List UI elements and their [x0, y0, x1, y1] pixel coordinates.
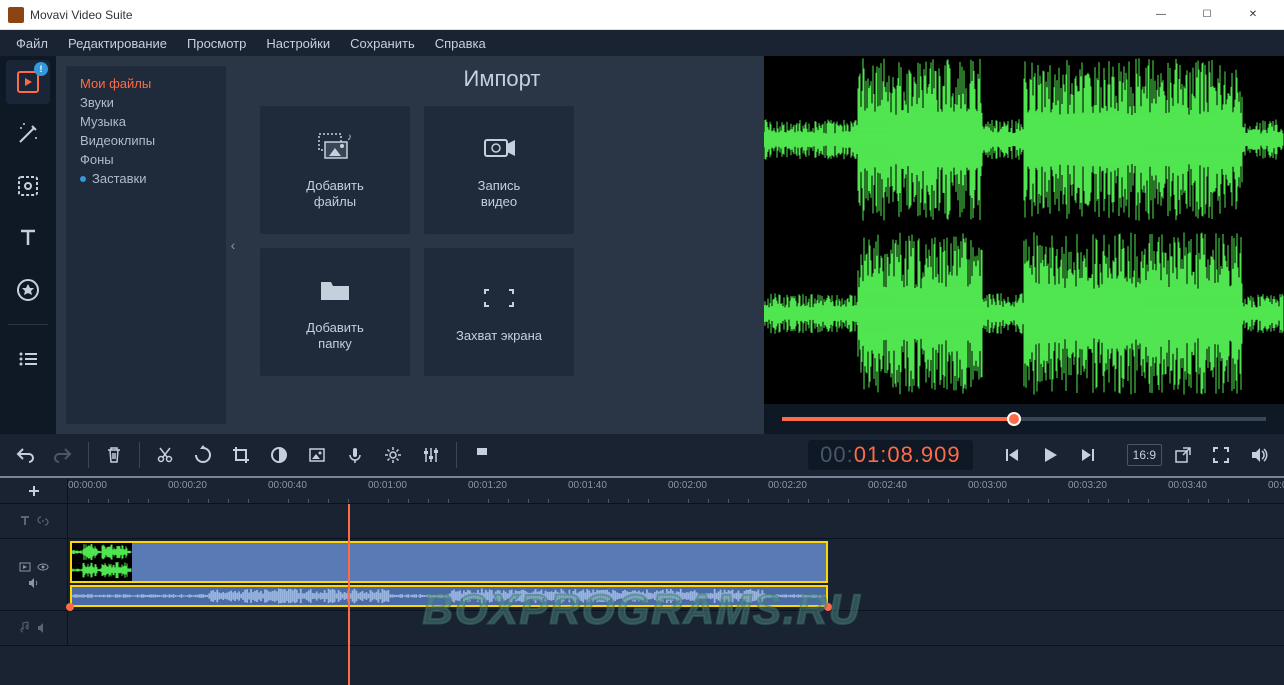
- menubar: Файл Редактирование Просмотр Настройки С…: [0, 30, 1284, 56]
- crop-button[interactable]: [224, 438, 258, 472]
- menu-file[interactable]: Файл: [6, 32, 58, 55]
- popout-button[interactable]: [1166, 438, 1200, 472]
- link-icon: [36, 514, 50, 528]
- new-dot-icon: [80, 176, 86, 182]
- sidebar-item-my-files[interactable]: Мои файлы: [66, 74, 226, 93]
- sidebar-item-videoclips[interactable]: Видеоклипы: [66, 131, 226, 150]
- music-track[interactable]: [68, 611, 1284, 645]
- add-files-icon: ♪: [311, 130, 359, 166]
- preview-panel: [764, 56, 1284, 434]
- preview-slider[interactable]: [764, 404, 1284, 434]
- play-button[interactable]: [1033, 438, 1067, 472]
- menu-settings[interactable]: Настройки: [256, 32, 340, 55]
- music-track-head[interactable]: [0, 611, 68, 645]
- next-button[interactable]: [1071, 438, 1105, 472]
- app-title: Movavi Video Suite: [30, 8, 1138, 22]
- music-track-icon: [18, 621, 32, 635]
- timecode-display: 00:01:08.909: [808, 440, 972, 470]
- add-folder-tile[interactable]: Добавить папку: [260, 248, 410, 376]
- settings-button[interactable]: [376, 438, 410, 472]
- timeline: 00:00:0000:00:2000:00:4000:01:0000:01:20…: [0, 476, 1284, 685]
- video-track-head[interactable]: [0, 539, 68, 610]
- tile-label: Добавить файлы: [306, 178, 363, 209]
- text-tool[interactable]: [6, 216, 50, 260]
- record-video-icon: [475, 130, 523, 166]
- mic-button[interactable]: [338, 438, 372, 472]
- add-folder-icon: [311, 272, 359, 308]
- clip-handle-left[interactable]: [66, 603, 74, 611]
- timeline-ruler[interactable]: 00:00:0000:00:2000:00:4000:01:0000:01:20…: [68, 478, 1284, 503]
- sidebar-item-backgrounds[interactable]: Фоны: [66, 150, 226, 169]
- maximize-button[interactable]: ☐: [1184, 0, 1230, 30]
- marker-button[interactable]: [465, 438, 499, 472]
- toolbar-row: 00:01:08.909 16:9: [0, 434, 1284, 476]
- import-categories: Мои файлы Звуки Музыка Видеоклипы Фоны З…: [66, 66, 226, 424]
- svg-text:♪: ♪: [347, 132, 352, 143]
- speaker-icon: [27, 576, 41, 590]
- rotate-button[interactable]: [186, 438, 220, 472]
- clip-handle-right[interactable]: [824, 603, 832, 611]
- tile-label: Захват экрана: [456, 328, 542, 344]
- screen-capture-icon: [475, 280, 523, 316]
- text-track[interactable]: [68, 504, 1284, 538]
- record-video-tile[interactable]: Запись видео: [424, 106, 574, 234]
- text-track-head[interactable]: [0, 504, 68, 538]
- eye-icon: [36, 560, 50, 574]
- import-tool[interactable]: !: [6, 60, 50, 104]
- image-button[interactable]: [300, 438, 334, 472]
- center-panel: Мои файлы Звуки Музыка Видеоклипы Фоны З…: [56, 56, 764, 434]
- add-files-tile[interactable]: ♪ Добавить файлы: [260, 106, 410, 234]
- delete-button[interactable]: [97, 438, 131, 472]
- sliders-button[interactable]: [414, 438, 448, 472]
- audio-clip[interactable]: [70, 585, 828, 607]
- cut-button[interactable]: [148, 438, 182, 472]
- stickers-tool[interactable]: [6, 268, 50, 312]
- collapse-sidepanel-button[interactable]: ‹: [226, 56, 240, 434]
- menu-help[interactable]: Справка: [425, 32, 496, 55]
- sidebar-item-sounds[interactable]: Звуки: [66, 93, 226, 112]
- fullscreen-button[interactable]: [1204, 438, 1238, 472]
- waveform-preview-icon: [764, 56, 1284, 404]
- aspect-ratio-button[interactable]: 16:9: [1127, 444, 1162, 466]
- sidebar-item-music[interactable]: Музыка: [66, 112, 226, 131]
- screen-capture-tile[interactable]: Захват экрана: [424, 248, 574, 376]
- tile-label: Добавить папку: [306, 320, 363, 351]
- app-icon: [8, 7, 24, 23]
- add-track-button[interactable]: [0, 478, 68, 503]
- video-track[interactable]: [68, 539, 1284, 610]
- tile-label: Запись видео: [478, 178, 521, 209]
- volume-button[interactable]: [1242, 438, 1276, 472]
- menu-edit[interactable]: Редактирование: [58, 32, 177, 55]
- minimize-button[interactable]: —: [1138, 0, 1184, 30]
- magic-wand-tool[interactable]: [6, 112, 50, 156]
- undo-button[interactable]: [8, 438, 42, 472]
- video-track-icon: [18, 560, 32, 574]
- preview-canvas[interactable]: [764, 56, 1284, 404]
- prev-button[interactable]: [995, 438, 1029, 472]
- list-tool[interactable]: [6, 337, 50, 381]
- import-title: Импорт: [260, 66, 744, 92]
- filters-tool[interactable]: [6, 164, 50, 208]
- redo-button[interactable]: [46, 438, 80, 472]
- slider-thumb-icon[interactable]: [1007, 412, 1021, 426]
- close-button[interactable]: ✕: [1230, 0, 1276, 30]
- video-clip[interactable]: [70, 541, 828, 583]
- toolstrip: !: [0, 56, 56, 434]
- menu-save[interactable]: Сохранить: [340, 32, 425, 55]
- menu-view[interactable]: Просмотр: [177, 32, 256, 55]
- sidebar-item-intros[interactable]: Заставки: [66, 169, 226, 188]
- text-track-icon: [18, 514, 32, 528]
- speaker-small-icon: [36, 621, 50, 635]
- titlebar: Movavi Video Suite — ☐ ✕: [0, 0, 1284, 30]
- notification-badge-icon: !: [34, 62, 48, 76]
- contrast-button[interactable]: [262, 438, 296, 472]
- clip-thumbnail: [72, 543, 132, 581]
